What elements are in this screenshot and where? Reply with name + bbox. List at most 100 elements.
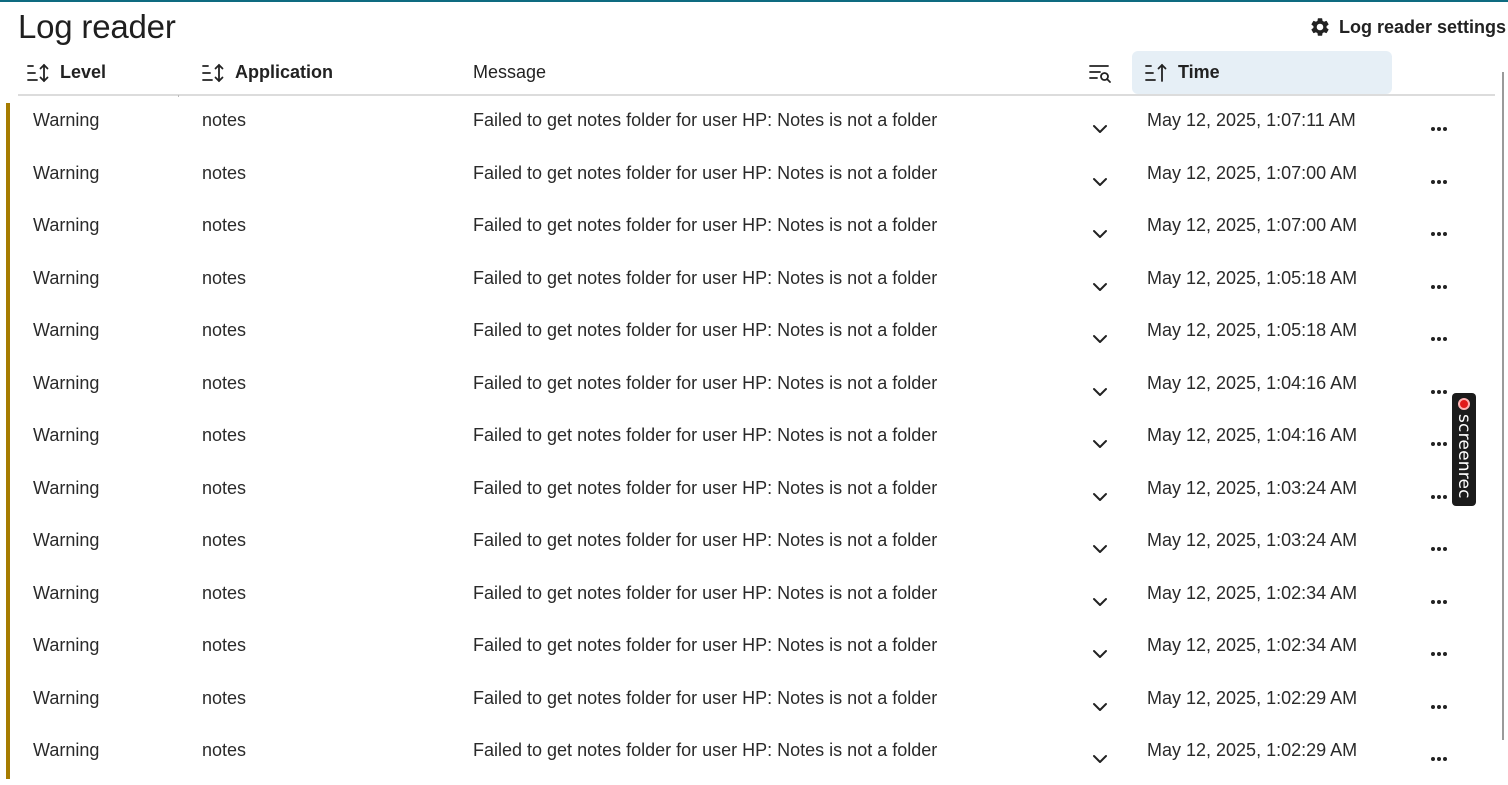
chevron-down-icon <box>1093 492 1107 501</box>
table-row[interactable]: Warning notes Failed to get notes folder f… <box>0 516 1495 569</box>
screenrec-watermark: screenrec <box>1452 393 1476 506</box>
row-message: Failed to get notes folder for user HP: … <box>473 740 938 760</box>
expand-message-button[interactable] <box>1089 696 1111 718</box>
row-actions-button[interactable] <box>1425 381 1453 403</box>
expand-message-button[interactable] <box>1089 276 1111 298</box>
column-header-message: Message <box>473 51 973 94</box>
column-header-time[interactable]: Time <box>1132 51 1392 94</box>
row-level: Warning <box>33 320 100 340</box>
column-header-level[interactable]: Level <box>26 51 176 94</box>
row-message: Failed to get notes folder for user HP: … <box>473 110 938 130</box>
row-application: notes <box>202 530 247 550</box>
chevron-down-icon <box>1093 230 1107 238</box>
row-time: May 12, 2025, 1:03:24 AM <box>1147 477 1358 498</box>
row-time: May 12, 2025, 1:02:29 AM <box>1147 687 1358 708</box>
expand-message-button[interactable] <box>1089 118 1111 140</box>
row-level: Warning <box>33 267 100 288</box>
row-message: Failed to get notes folder for user HP: … <box>473 372 938 393</box>
row-application: notes <box>202 635 247 655</box>
row-time: May 12, 2025, 1:04:16 AM <box>1147 372 1358 393</box>
vertical-scrollbar[interactable] <box>1502 72 1504 740</box>
expand-message-button[interactable] <box>1089 486 1111 508</box>
column-label-application: Application <box>235 62 333 82</box>
table-row[interactable]: Warning notes Failed to get notes folder f… <box>0 569 1495 622</box>
row-level: Warning <box>33 530 100 550</box>
table-row[interactable]: Warning notes Failed to get notes folder f… <box>0 411 1495 464</box>
more-horizontal-icon <box>1431 494 1447 499</box>
row-time: May 12, 2025, 1:02:29 AM <box>1147 740 1358 760</box>
column-label-level: Level <box>60 62 107 82</box>
row-actions-button[interactable] <box>1425 591 1453 613</box>
row-application: notes <box>202 740 247 760</box>
row-time: May 12, 2025, 1:05:18 AM <box>1147 320 1358 340</box>
sort-icon <box>202 63 224 82</box>
top-accent-line <box>0 0 1508 2</box>
table-row[interactable]: Warning notes Failed to get notes folder f… <box>0 306 1495 359</box>
more-horizontal-icon <box>1431 652 1447 656</box>
table-row[interactable]: Warning notes Failed to get notes folder f… <box>0 621 1495 674</box>
row-application: notes <box>202 477 247 498</box>
table-row[interactable]: Warning notes Failed to get notes folder f… <box>0 464 1495 517</box>
expand-message-button[interactable] <box>1089 538 1111 560</box>
expand-message-button[interactable] <box>1089 171 1111 193</box>
more-horizontal-icon <box>1431 337 1447 341</box>
chevron-down-icon <box>1093 702 1107 711</box>
table-row[interactable]: Warning notes Failed to get notes folder f… <box>0 254 1495 307</box>
row-actions-button[interactable] <box>1425 433 1453 455</box>
chevron-down-icon <box>1093 755 1107 763</box>
column-header-application[interactable]: Application <box>201 51 451 94</box>
expand-message-button[interactable] <box>1089 643 1111 665</box>
row-actions-button[interactable] <box>1425 643 1453 665</box>
row-message: Failed to get notes folder for user HP: … <box>473 215 938 235</box>
table-row[interactable]: Warning notes Failed to get notes folder f… <box>0 674 1495 727</box>
column-label-message: Message <box>473 62 547 82</box>
gear-icon <box>1311 18 1329 36</box>
row-message: Failed to get notes folder for user HP: … <box>473 267 938 288</box>
row-actions-button[interactable] <box>1425 276 1453 298</box>
expand-message-button[interactable] <box>1089 748 1111 770</box>
row-level: Warning <box>33 110 100 130</box>
log-reader-settings-button[interactable]: Log reader settings <box>1309 12 1506 42</box>
more-horizontal-icon <box>1431 232 1447 236</box>
expand-message-button[interactable] <box>1089 328 1111 350</box>
row-message: Failed to get notes folder for user HP: … <box>473 162 938 183</box>
row-application: notes <box>202 215 247 235</box>
row-level: Warning <box>33 372 100 393</box>
row-actions-button[interactable] <box>1425 328 1453 350</box>
expand-message-button[interactable] <box>1089 223 1111 245</box>
message-filter-button[interactable] <box>1086 51 1114 94</box>
row-application: notes <box>202 162 247 183</box>
row-time: May 12, 2025, 1:07:11 AM <box>1147 110 1356 130</box>
table-row[interactable]: Warning notes Failed to get notes folder f… <box>0 149 1495 202</box>
expand-message-button[interactable] <box>1089 381 1111 403</box>
chevron-down-icon <box>1093 650 1107 658</box>
table-row[interactable]: Warning notes Failed to get notes folder f… <box>0 359 1495 412</box>
expand-message-button[interactable] <box>1089 591 1111 613</box>
more-horizontal-icon <box>1431 547 1447 551</box>
more-horizontal-icon <box>1431 389 1447 394</box>
filter-search-icon <box>1089 64 1111 83</box>
more-horizontal-icon <box>1431 757 1447 761</box>
chevron-down-icon <box>1093 177 1107 186</box>
row-message: Failed to get notes folder for user HP: … <box>473 582 938 603</box>
row-actions-button[interactable] <box>1425 748 1453 770</box>
chevron-down-icon <box>1093 545 1107 553</box>
table-row[interactable]: Warning notes Failed to get notes folder f… <box>0 726 1495 779</box>
more-horizontal-icon <box>1431 442 1447 446</box>
sort-icon <box>27 63 49 82</box>
row-actions-button[interactable] <box>1425 486 1453 508</box>
row-actions-button[interactable] <box>1425 171 1453 193</box>
row-level: Warning <box>33 635 100 655</box>
chevron-down-icon <box>1093 387 1107 396</box>
row-time: May 12, 2025, 1:04:16 AM <box>1147 425 1358 445</box>
table-row[interactable]: Warning notes Failed to get notes folder f… <box>0 201 1495 254</box>
table-row[interactable]: Warning notes Failed to get notes folder f… <box>0 96 1495 149</box>
row-actions-button[interactable] <box>1425 223 1453 245</box>
row-application: notes <box>202 267 247 288</box>
page-title: Log reader <box>18 8 176 45</box>
more-horizontal-icon <box>1431 599 1447 604</box>
row-actions-button[interactable] <box>1425 118 1453 140</box>
row-actions-button[interactable] <box>1425 696 1453 718</box>
expand-message-button[interactable] <box>1089 433 1111 455</box>
row-actions-button[interactable] <box>1425 538 1453 560</box>
